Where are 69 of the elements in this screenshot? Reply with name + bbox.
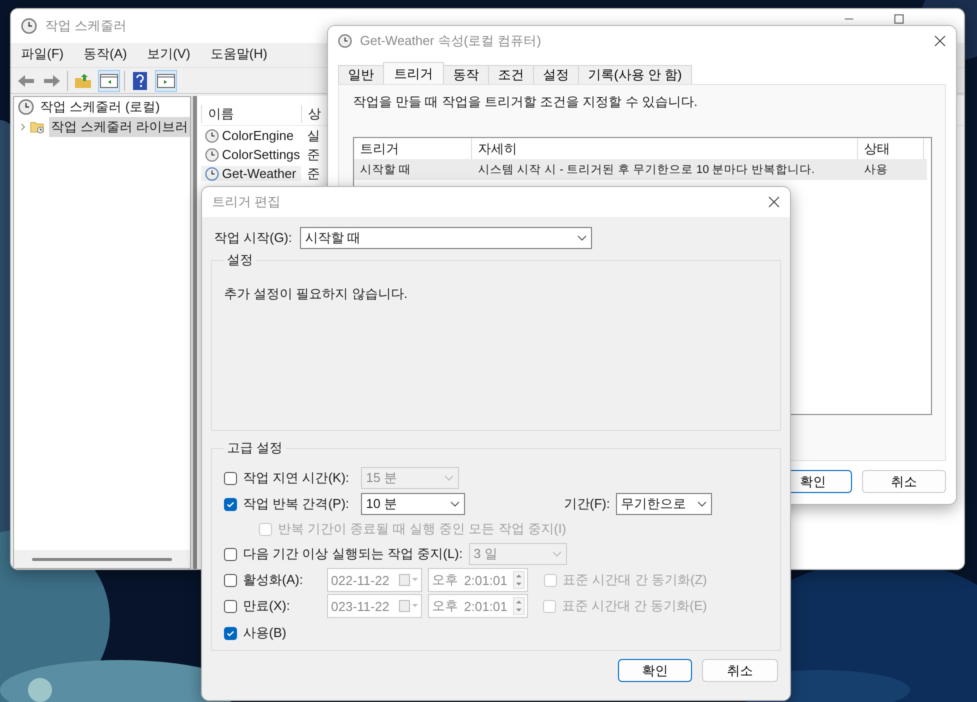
- window-title: 트리거 편집: [212, 193, 282, 211]
- maximize-icon[interactable]: [894, 14, 904, 24]
- checkbox[interactable]: [224, 574, 237, 586]
- menu-item[interactable]: 동작(A): [84, 45, 127, 63]
- calendar-icon: [399, 574, 419, 586]
- cancel-button[interactable]: 취소: [702, 659, 778, 682]
- checkbox[interactable]: [224, 498, 237, 510]
- clock-icon: [205, 128, 219, 142]
- description: 작업을 만들 때 작업을 트리거할 조건을 지정할 수 있습니다.: [353, 93, 699, 111]
- pane-button[interactable]: [98, 70, 120, 92]
- column-header[interactable]: 상: [301, 104, 321, 122]
- tab[interactable]: 조건: [488, 65, 534, 84]
- chevron-down-icon: [552, 551, 562, 557]
- ok-button[interactable]: 확인: [618, 659, 692, 682]
- checkbox[interactable]: [224, 626, 237, 640]
- table-cell-text: 시스템 시작 시 - 트리거된 후 무기한으로 10 분마다 반복합니다.: [477, 163, 816, 177]
- calendar-icon: [399, 600, 419, 612]
- start-dropdown[interactable]: 시작할 때: [300, 227, 592, 249]
- spinner-icon[interactable]: [513, 596, 525, 616]
- chevron-down-icon: [697, 501, 707, 507]
- cancel-button[interactable]: 취소: [862, 470, 946, 493]
- tab[interactable]: 일반: [338, 65, 384, 84]
- task-name[interactable]: ColorEngine: [201, 128, 301, 143]
- scrollbar[interactable]: [14, 550, 190, 568]
- chevron-down-icon: [444, 475, 454, 481]
- chevron-right-icon[interactable]: [20, 122, 26, 132]
- task-status: 준: [306, 164, 321, 182]
- chevron-down-icon: [450, 501, 460, 507]
- check-icon: [226, 628, 235, 638]
- tab[interactable]: 트리거: [383, 62, 444, 84]
- spinner-icon[interactable]: [513, 570, 525, 590]
- group-title: 고급 설정: [226, 439, 284, 457]
- close-icon[interactable]: [934, 35, 946, 47]
- tab[interactable]: 동작: [443, 65, 489, 84]
- task-status: 실: [306, 126, 321, 144]
- field-label: 작업 시작(G):: [214, 229, 292, 247]
- dropdown[interactable]: 무기한으로: [616, 493, 712, 515]
- tree-item[interactable]: 작업 스케줄러 (로컬): [38, 97, 162, 117]
- clock-icon: [21, 18, 37, 34]
- checkbox[interactable]: [224, 600, 237, 612]
- window-title: Get-Weather 속성(로컬 컴퓨터): [360, 32, 542, 50]
- checkbox[interactable]: [224, 548, 237, 560]
- group-title: 설정: [226, 251, 254, 269]
- window-title: 작업 스케줄러: [45, 17, 128, 35]
- menu-item[interactable]: 파일(F): [21, 45, 64, 63]
- tree-item[interactable]: 작업 스케줄러 라이브러: [48, 117, 190, 137]
- trigger-row[interactable]: 시작할 때 시스템 시작 시 - 트리거된 후 무기한으로 10 분마다 반복합니다. 사용: [354, 159, 927, 180]
- close-icon[interactable]: [768, 196, 780, 208]
- message: 추가 설정이 필요하지 않습니다.: [224, 285, 408, 303]
- chevron-down-icon: [577, 235, 587, 241]
- task-status: 준: [306, 146, 321, 164]
- group-box: 고급 설정 작업 지연 시간(K): 15 분 작업 반복 간격(P): 10 분 기간(F): 무기한으로 반복 기간이 종료될 때 실행 중인 모든 작업 중지(I) 다음 기간 이상 실행되는 작업 중지(L): 3 일 활성화(A): 022-11-22 오후 2:01:01 표준 시간대 간 동기화(Z) 만료(X): 023-11-22 오후 2:01:01 표준 시간대 간 동기화(E) 사용(B): [211, 439, 781, 651]
- column-header[interactable]: 이름: [201, 104, 301, 122]
- menu-item[interactable]: 도움말(H): [210, 45, 268, 63]
- task-name[interactable]: Get-Weather: [201, 166, 301, 181]
- task-name[interactable]: ColorSettings: [201, 147, 301, 162]
- check-icon: [226, 500, 235, 508]
- table-cell-text: 시작할 때: [359, 163, 412, 177]
- clock-icon: [205, 166, 219, 180]
- clock-icon: [205, 148, 219, 162]
- pane-button[interactable]: [155, 70, 177, 92]
- checkbox[interactable]: [224, 472, 237, 484]
- clock-icon: [338, 34, 352, 48]
- clock-icon: [18, 99, 34, 115]
- dropdown[interactable]: 10 분: [361, 493, 465, 515]
- tab[interactable]: 설정: [533, 65, 579, 84]
- tab[interactable]: 기록(사용 안 함): [578, 65, 692, 84]
- menu-item[interactable]: 보기(V): [146, 45, 190, 63]
- table-cell-text: 사용: [863, 163, 889, 177]
